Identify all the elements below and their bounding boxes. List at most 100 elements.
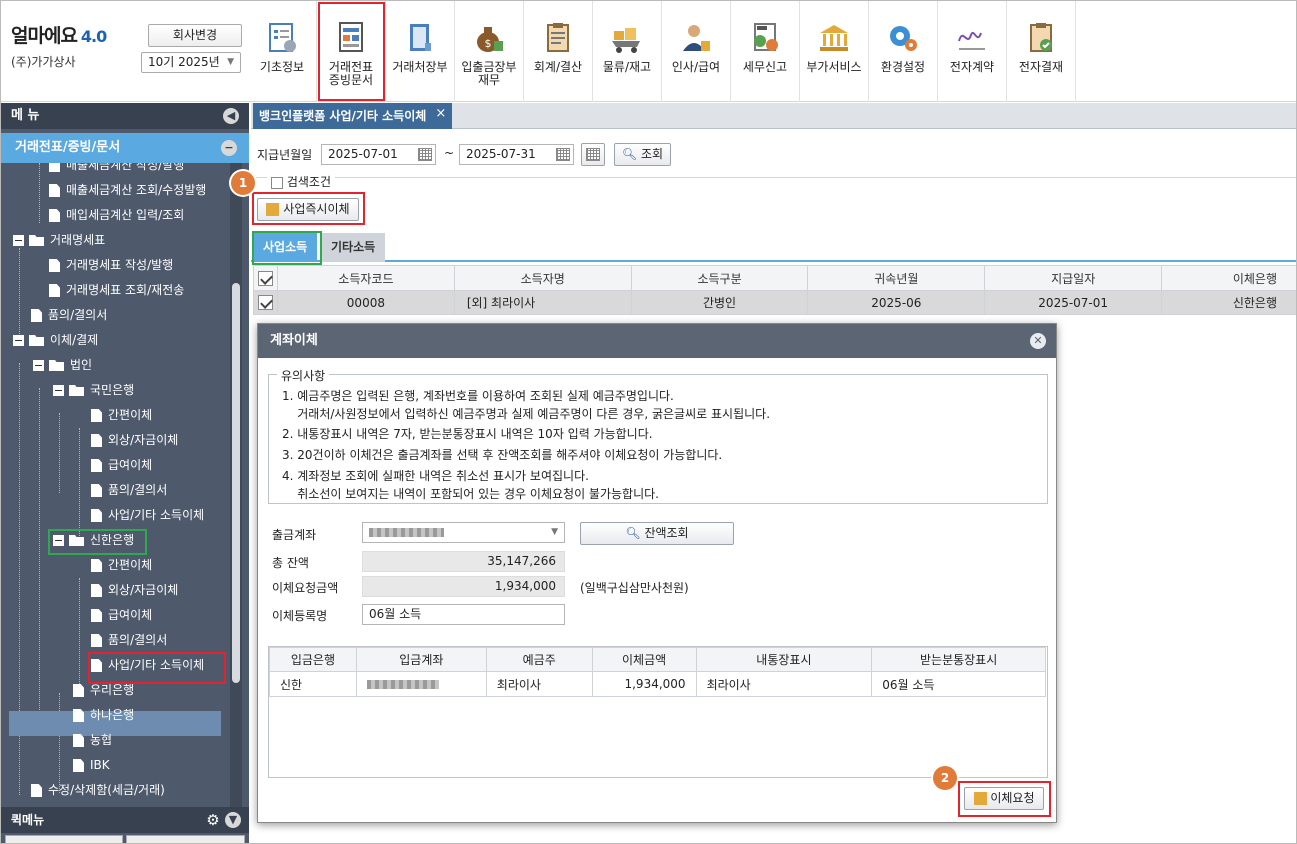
gear-icon[interactable]: ⚙ (205, 812, 221, 828)
menu-accounting[interactable]: 회계/결산 (524, 1, 593, 102)
tree-item[interactable]: 거래명세표 조회/재전송 (49, 278, 184, 303)
column-header: 소득자코드 (276, 265, 455, 291)
balance-check-button[interactable]: 🔍︎ 잔액조회 (580, 522, 734, 545)
tree-folder[interactable]: 국민은행 (53, 378, 134, 403)
tree-folder[interactable]: 법인 (33, 353, 92, 378)
tree-item[interactable]: 하나은행 (73, 703, 134, 728)
quick-button[interactable] (5, 835, 123, 843)
tree-item[interactable]: 품의/결의서 (91, 478, 167, 503)
menu-extra-services[interactable]: 부가서비스 (800, 1, 869, 102)
tree-item[interactable]: 수정/삭제함(세금/거래) (31, 778, 165, 803)
table-row[interactable]: 00008 [외] 최라이사 간병인 2025-06 2025-07-01 신한… (253, 290, 1296, 315)
document-icon (73, 759, 84, 772)
collapse-icon[interactable] (13, 235, 24, 246)
table-cell[interactable]: 06월 소득 (871, 671, 1046, 697)
calendar-button[interactable] (581, 143, 605, 166)
collapse-icon[interactable] (33, 360, 44, 371)
menu-e-approval[interactable]: 전자결재 (1007, 1, 1076, 102)
select-all-cell[interactable] (253, 265, 278, 291)
table-cell: 1,934,000 (591, 671, 697, 697)
tree-item[interactable]: IBK (73, 753, 110, 778)
menu-tax[interactable]: 세무신고 (731, 1, 800, 102)
tree-item[interactable]: 농협 (73, 728, 112, 753)
document-icon (91, 484, 102, 497)
range-separator: ~ (444, 146, 455, 160)
menu-e-contract[interactable]: 전자계약 (938, 1, 1007, 102)
menu-hr[interactable]: 인사/급여 (662, 1, 731, 102)
menu-settings[interactable]: 환경설정 (869, 1, 938, 102)
document-icon (91, 609, 102, 622)
tree-folder[interactable]: 이체/결제 (13, 328, 98, 353)
tree-item[interactable]: 간편이체 (91, 403, 152, 428)
search-condition-toggle[interactable]: 검색조건 (267, 173, 335, 190)
collapse-icon[interactable] (13, 335, 24, 346)
table-cell[interactable]: 최라이사 (695, 671, 873, 697)
menu-label: 물류/재고 (602, 60, 652, 74)
close-icon[interactable]: × (435, 101, 446, 127)
search-condition-checkbox[interactable] (271, 176, 283, 189)
close-icon[interactable]: ✕ (1030, 333, 1046, 349)
tree-item[interactable]: 급여이체 (91, 453, 152, 478)
calendar-icon[interactable] (556, 148, 570, 161)
menu-label: 회계/결산 (533, 60, 583, 74)
tree-item[interactable]: 급여이체 (91, 603, 152, 628)
tree-item[interactable]: 품의/결의서 (31, 303, 107, 328)
menu-label: 전자계약 (949, 60, 995, 74)
transfer-name-input[interactable]: 06월 소득 (362, 604, 565, 625)
minus-icon[interactable]: − (221, 140, 237, 156)
date-from-input[interactable]: 2025-07-01 (321, 144, 436, 165)
tab-income-transfer[interactable]: 뱅크인플랫폼 사업/기타 소득이체 × (253, 101, 453, 129)
withdraw-account-select[interactable]: ▼ (362, 522, 565, 543)
person-icon (683, 25, 710, 51)
column-header: 이체은행 (1161, 265, 1296, 291)
tree-item[interactable]: 매출세금계산 조회/수정발행 (49, 178, 206, 203)
menu-basic-info[interactable]: 기초정보 (248, 1, 317, 102)
menu-transaction-slip[interactable]: 거래전표 증빙문서 (317, 1, 386, 102)
sidebar-section[interactable]: 거래전표/증빙/문서 − (1, 133, 249, 163)
transaction-slip-icon (339, 22, 363, 52)
tree-item[interactable]: 거래명세표 작성/발행 (49, 253, 173, 278)
table-cell: 2025-07-01 (984, 290, 1163, 315)
table-row[interactable]: 신한 최라이사 1,934,000 최라이사 06월 소득 (269, 671, 1046, 697)
quick-menu-buttons (1, 833, 249, 843)
document-icon (49, 259, 60, 272)
document-icon (91, 509, 102, 522)
notice-box: 유의사항 1. 예금주명은 입력된 은행, 계좌번호를 이용하여 조회된 실제 … (268, 367, 1048, 504)
menu-label: 거래처장부 (392, 60, 448, 74)
quick-button[interactable] (126, 835, 245, 843)
table-cell (355, 671, 487, 697)
tree-item[interactable]: 매출세금계산 작성/발행 (49, 163, 184, 178)
tree-item[interactable]: 사업/기타 소득이체 (91, 503, 204, 528)
tree-item[interactable]: 외상/자금이체 (91, 428, 178, 453)
menu-ledger[interactable]: 거래처장부 (386, 1, 455, 102)
tab-other-income[interactable]: 기타소득 (321, 233, 386, 262)
highlight-box (252, 192, 365, 225)
masked-account-number (369, 528, 444, 537)
collapse-icon[interactable] (53, 385, 64, 396)
tree-item[interactable]: 매입세금계산 입력/조회 (49, 203, 184, 228)
menu-cashbook[interactable]: $ 입출금장부 재무 (455, 1, 524, 102)
select-all-checkbox[interactable] (257, 270, 273, 286)
collapse-sidebar-icon[interactable]: ◀ (223, 108, 239, 124)
calendar-icon[interactable] (418, 148, 432, 161)
row-checkbox-cell[interactable] (253, 290, 278, 315)
scrollbar-thumb[interactable] (232, 283, 240, 683)
table-cell: 신한 (269, 671, 357, 697)
change-company-button[interactable]: 회사변경 (148, 24, 242, 47)
chevron-down-icon[interactable]: ▼ (225, 812, 241, 828)
highlight-box (88, 652, 226, 684)
date-to-input[interactable]: 2025-07-31 (459, 144, 574, 165)
sidebar-scrollbar[interactable] (230, 163, 242, 813)
tree-item[interactable]: 품의/결의서 (91, 628, 167, 653)
tree-item[interactable]: 외상/자금이체 (91, 578, 178, 603)
tree-item[interactable]: 간편이체 (91, 553, 152, 578)
menu-logistics[interactable]: 물류/재고 (593, 1, 662, 102)
search-button[interactable]: 🔍︎ 조회 (614, 143, 671, 166)
period-select[interactable]: 10기 2025년 ▼ (141, 52, 241, 73)
menu-label: 부가서비스 (806, 60, 862, 74)
tree-folder[interactable]: 거래명세표 (13, 228, 105, 253)
document-icon (73, 684, 84, 697)
folder-icon (29, 235, 44, 246)
row-checkbox[interactable] (257, 295, 273, 310)
dialog-header: 계좌이체 ✕ (258, 324, 1056, 358)
